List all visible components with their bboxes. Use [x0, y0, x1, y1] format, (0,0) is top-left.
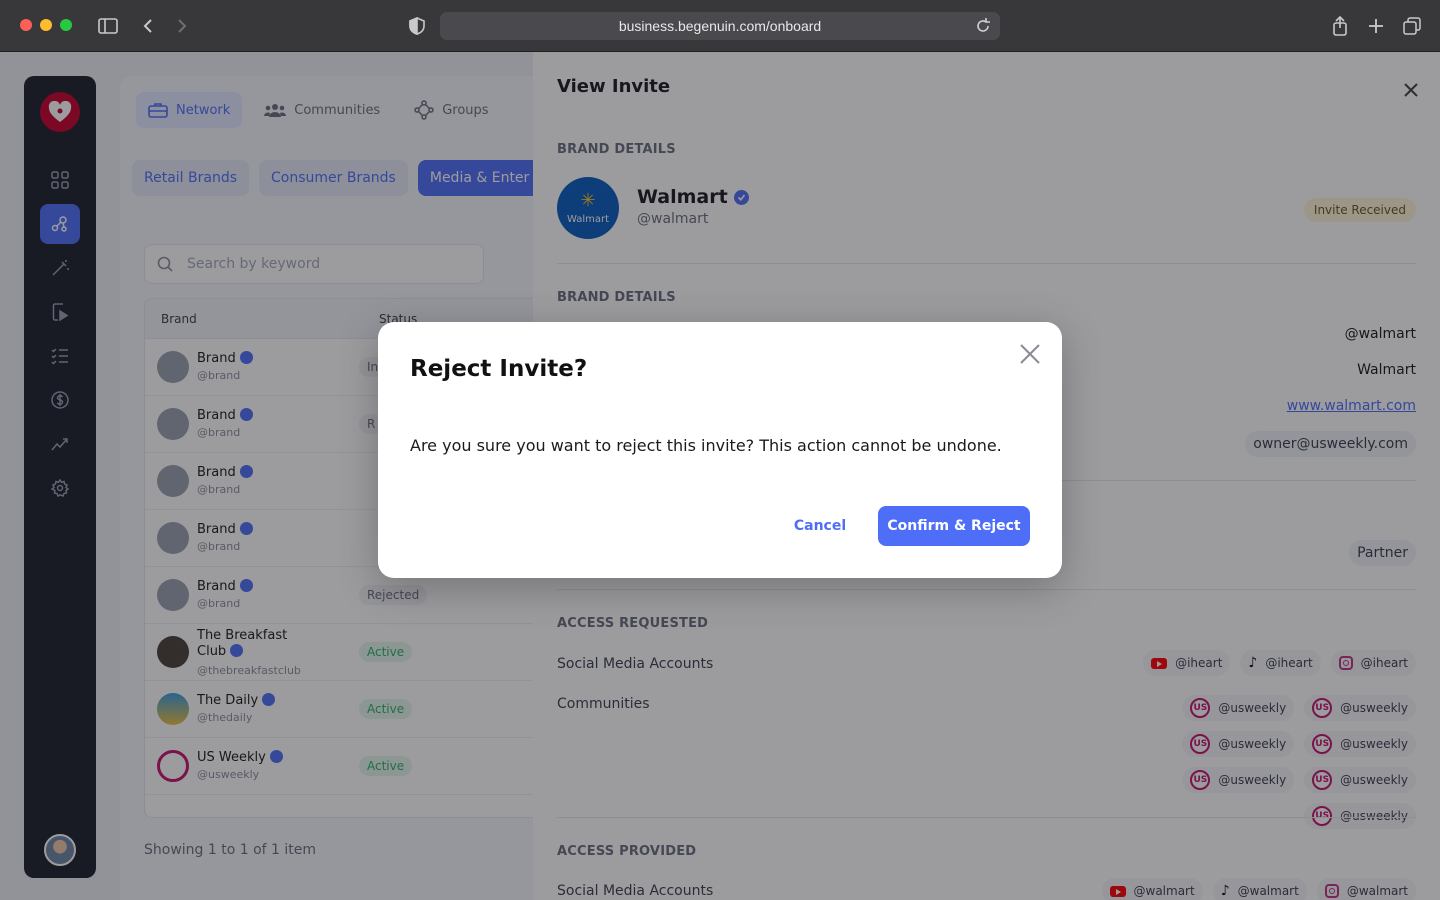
app-viewport: Network Communities Groups Retail Brands…	[0, 52, 1440, 900]
minimize-window-button[interactable]	[40, 19, 52, 31]
dialog-title: Reject Invite?	[410, 356, 588, 382]
tab-overview-icon[interactable]	[1400, 14, 1424, 38]
back-icon[interactable]	[136, 14, 160, 38]
url-text: business.begenuin.com/onboard	[618, 18, 822, 34]
forward-icon[interactable]	[170, 14, 194, 38]
sidebar-toggle-icon[interactable]	[96, 14, 120, 38]
share-icon[interactable]	[1328, 14, 1352, 38]
dialog-message: Are you sure you want to reject this inv…	[410, 436, 1002, 455]
zoom-window-button[interactable]	[60, 19, 72, 31]
new-tab-icon[interactable]	[1364, 14, 1388, 38]
confirm-reject-button[interactable]: Confirm & Reject	[878, 506, 1030, 546]
close-window-button[interactable]	[20, 19, 32, 31]
address-bar[interactable]: business.begenuin.com/onboard	[440, 12, 1000, 40]
shield-icon[interactable]	[405, 14, 429, 38]
dialog-close-icon[interactable]	[1018, 342, 1042, 366]
cancel-button[interactable]: Cancel	[778, 506, 862, 546]
browser-toolbar: business.begenuin.com/onboard	[0, 0, 1440, 52]
reject-invite-dialog: Reject Invite? Are you sure you want to …	[378, 322, 1062, 578]
reload-icon[interactable]	[974, 17, 992, 35]
